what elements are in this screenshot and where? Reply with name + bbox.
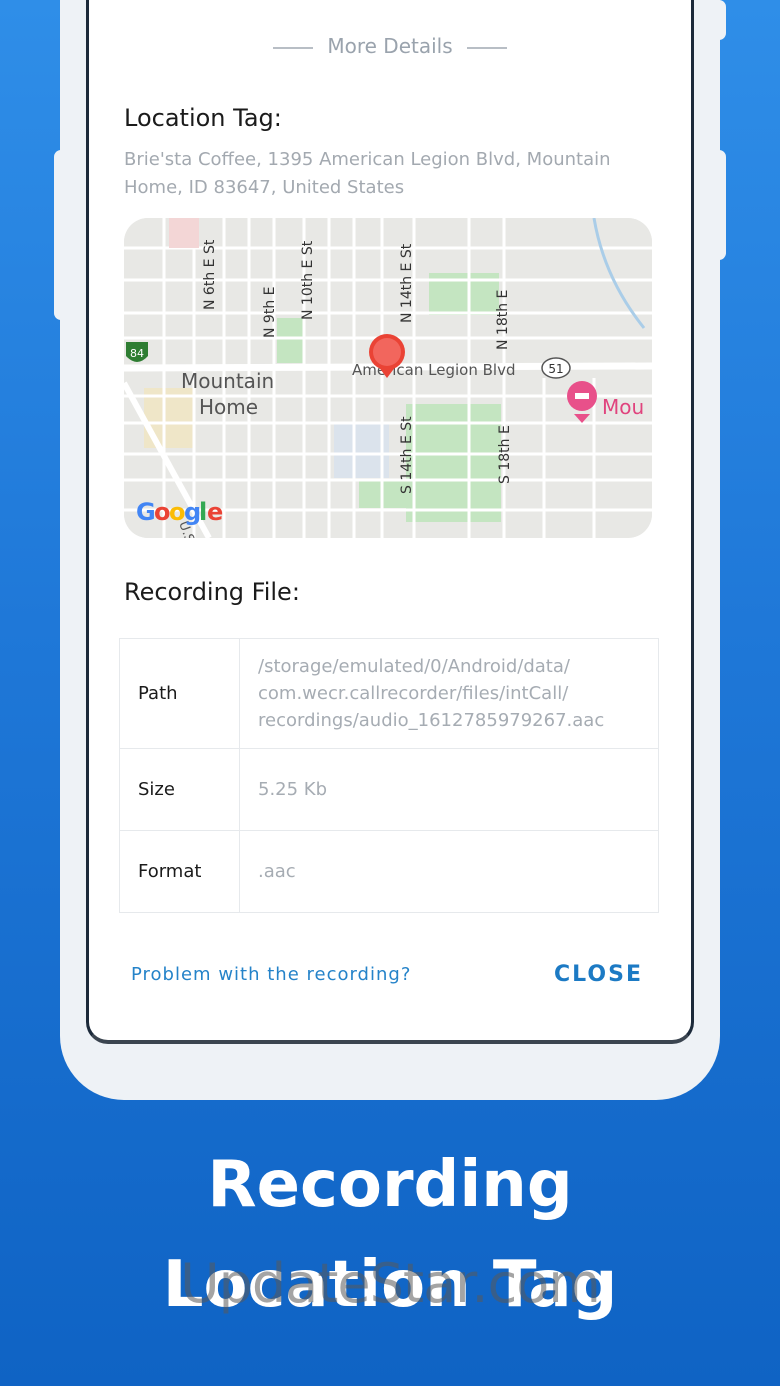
table-row: Size 5.25 Kb — [119, 748, 659, 831]
caption-line1: Recording — [207, 1148, 573, 1222]
file-info-key: Size — [119, 748, 240, 831]
file-info-table: Path /storage/emulated/0/Android/data/ c… — [119, 638, 659, 913]
file-info-key: Format — [119, 830, 240, 913]
problem-link[interactable]: Problem with the recording? — [131, 964, 411, 985]
street-label: N 6th E St — [202, 239, 218, 310]
street-label: N 18th E — [495, 290, 511, 350]
location-map[interactable]: N 6th E St N 9th E N 10th E St N 14th E … — [124, 218, 652, 538]
file-info-value: .aac — [239, 830, 659, 913]
street-label: N 14th E St — [399, 243, 415, 323]
google-logo: G o o g l e — [136, 498, 223, 526]
phone-side-button — [712, 150, 726, 260]
file-info-key: Path — [119, 638, 240, 749]
street-label: N 9th E — [262, 287, 278, 339]
phone-side-button — [712, 0, 726, 40]
block-area — [169, 218, 199, 248]
street-label: S 18th E — [497, 425, 513, 484]
street-label: S 14th E St — [399, 416, 415, 494]
route-badge: 51 — [541, 357, 571, 379]
city-label: Mountain — [181, 369, 274, 393]
file-info-value: /storage/emulated/0/Android/data/ com.we… — [239, 638, 659, 749]
header-divider — [273, 46, 314, 49]
interstate-label: 84 — [130, 347, 144, 360]
phone-side-button — [54, 150, 68, 320]
table-row: Format .aac — [119, 830, 659, 913]
park-area — [277, 318, 303, 363]
recording-file-label: Recording File: — [124, 578, 300, 606]
svg-text:e: e — [207, 498, 223, 526]
poi-label: Mou — [602, 395, 644, 419]
svg-text:G: G — [136, 498, 156, 526]
table-row: Path /storage/emulated/0/Android/data/ c… — [119, 638, 659, 749]
street-label: N 10th E St — [300, 240, 316, 320]
dialog-header: More Details — [89, 34, 691, 58]
details-dialog: More Details Location Tag: Brie'sta Coff… — [86, 0, 694, 1044]
interstate-badge: 84 — [126, 342, 148, 362]
watermark: UpdateStar.com — [180, 1252, 601, 1315]
dialog-title: More Details — [327, 34, 453, 58]
close-button[interactable]: CLOSE — [554, 962, 643, 987]
location-address: Brie'sta Coffee, 1395 American Legion Bl… — [124, 149, 611, 198]
header-divider — [466, 46, 507, 49]
svg-text:l: l — [199, 498, 207, 526]
route-badge-label: 51 — [548, 362, 563, 376]
city-label: Home — [199, 395, 258, 419]
location-tag-label: Location Tag: — [124, 104, 282, 132]
file-info-value: 5.25 Kb — [239, 748, 659, 831]
